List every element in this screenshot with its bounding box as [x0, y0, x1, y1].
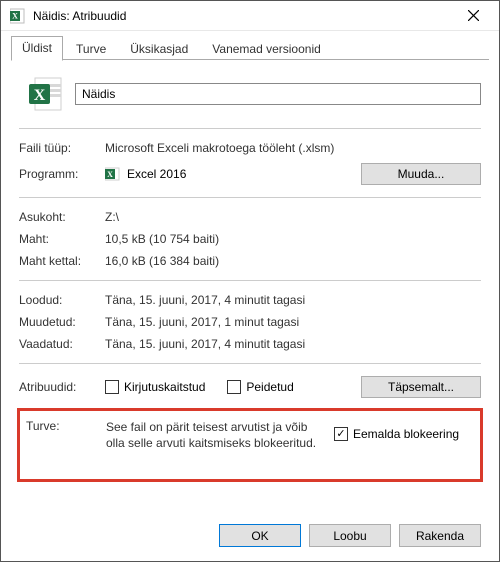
- modified-label: Muudetud:: [19, 315, 105, 329]
- tab-details[interactable]: Üksikasjad: [119, 37, 199, 61]
- apply-button[interactable]: Rakenda: [399, 524, 481, 547]
- created-value: Täna, 15. juuni, 2017, 4 minutit tagasi: [105, 293, 481, 307]
- tab-content: X Faili tüüp: Microsoft Exceli makrotoeg…: [1, 60, 499, 482]
- titlebar: X Näidis: Atribuudid: [1, 1, 499, 31]
- location-value: Z:\: [105, 210, 481, 224]
- size-on-disk-value: 16,0 kB (16 384 baiti): [105, 254, 481, 268]
- created-label: Loodud:: [19, 293, 105, 307]
- size-value: 10,5 kB (10 754 baiti): [105, 232, 481, 246]
- unblock-checkbox-wrap[interactable]: ✓ Eemalda blokeering: [334, 419, 474, 441]
- opens-with-value: Excel 2016: [127, 167, 361, 181]
- close-button[interactable]: [453, 3, 493, 29]
- unblock-label: Eemalda blokeering: [353, 427, 459, 441]
- file-name-row: X: [19, 74, 481, 114]
- ok-button[interactable]: OK: [219, 524, 301, 547]
- separator: [19, 363, 481, 364]
- svg-text:X: X: [12, 11, 18, 20]
- opens-with-label: Programm:: [19, 167, 105, 181]
- readonly-label: Kirjutuskaitstud: [124, 380, 205, 394]
- size-on-disk-row: Maht kettal: 16,0 kB (16 384 baiti): [19, 250, 481, 272]
- modified-row: Muudetud: Täna, 15. juuni, 2017, 1 minut…: [19, 311, 481, 333]
- cancel-button[interactable]: Loobu: [309, 524, 391, 547]
- attributes-row: Atribuudid: Kirjutuskaitstud Peidetud Tä…: [19, 372, 481, 402]
- svg-text:X: X: [34, 87, 46, 104]
- file-type-label: Faili tüüp:: [19, 141, 105, 155]
- tab-security[interactable]: Turve: [65, 37, 117, 61]
- excel-file-large-icon: X: [19, 74, 75, 114]
- accessed-label: Vaadatud:: [19, 337, 105, 351]
- accessed-row: Vaadatud: Täna, 15. juuni, 2017, 4 minut…: [19, 333, 481, 355]
- file-type-row: Faili tüüp: Microsoft Exceli makrotoega …: [19, 137, 481, 159]
- separator: [19, 280, 481, 281]
- security-highlight: Turve: See fail on pärit teisest arvutis…: [17, 408, 483, 482]
- window-title: Näidis: Atribuudid: [33, 9, 453, 23]
- svg-text:X: X: [107, 170, 113, 179]
- modified-value: Täna, 15. juuni, 2017, 1 minut tagasi: [105, 315, 481, 329]
- location-row: Asukoht: Z:\: [19, 206, 481, 228]
- location-label: Asukoht:: [19, 210, 105, 224]
- security-text: See fail on pärit teisest arvutist ja võ…: [106, 419, 334, 451]
- size-on-disk-label: Maht kettal:: [19, 254, 105, 268]
- checkbox-unchecked-icon: [227, 380, 241, 394]
- excel-file-icon: X: [9, 7, 27, 25]
- tab-previous-versions[interactable]: Vanemad versioonid: [201, 37, 332, 61]
- separator: [19, 197, 481, 198]
- created-row: Loodud: Täna, 15. juuni, 2017, 4 minutit…: [19, 289, 481, 311]
- opens-with-row: Programm: X Excel 2016 Muuda...: [19, 159, 481, 189]
- size-row: Maht: 10,5 kB (10 754 baiti): [19, 228, 481, 250]
- size-label: Maht:: [19, 232, 105, 246]
- excel-app-icon: X: [105, 166, 121, 182]
- advanced-button[interactable]: Täpsemalt...: [361, 376, 481, 398]
- hidden-label: Peidetud: [246, 380, 293, 394]
- file-type-value: Microsoft Exceli makrotoega tööleht (.xl…: [105, 141, 481, 155]
- security-row: Turve: See fail on pärit teisest arvutis…: [26, 419, 474, 451]
- security-label: Turve:: [26, 419, 106, 433]
- properties-dialog: X Näidis: Atribuudid Üldist Turve Üksika…: [0, 0, 500, 562]
- dialog-buttons: OK Loobu Rakenda: [219, 524, 481, 547]
- separator: [19, 128, 481, 129]
- tab-strip: Üldist Turve Üksikasjad Vanemad versioon…: [1, 31, 499, 60]
- accessed-value: Täna, 15. juuni, 2017, 4 minutit tagasi: [105, 337, 481, 351]
- readonly-checkbox-wrap[interactable]: Kirjutuskaitstud: [105, 380, 205, 394]
- checkbox-unchecked-icon: [105, 380, 119, 394]
- tab-general[interactable]: Üldist: [11, 36, 63, 61]
- checkbox-checked-icon: ✓: [334, 427, 348, 441]
- close-icon: [468, 10, 479, 21]
- hidden-checkbox-wrap[interactable]: Peidetud: [227, 380, 293, 394]
- file-name-input[interactable]: [75, 83, 481, 105]
- change-button[interactable]: Muuda...: [361, 163, 481, 185]
- attributes-label: Atribuudid:: [19, 380, 105, 394]
